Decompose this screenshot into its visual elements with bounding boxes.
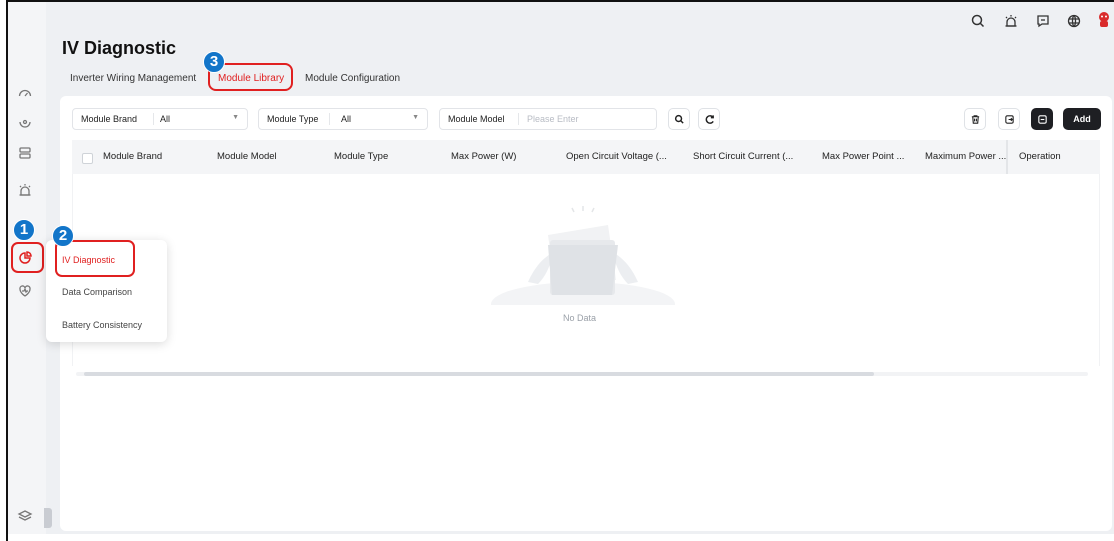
module-brand-value: All <box>160 114 171 124</box>
add-button[interactable]: Add <box>1063 108 1101 130</box>
import-button[interactable] <box>1031 108 1053 130</box>
module-model-input[interactable]: Module Model Please Enter <box>439 108 657 130</box>
layers-icon[interactable] <box>17 508 33 524</box>
module-brand-label: Module Brand <box>81 114 138 124</box>
chevron-down-icon: ▼ <box>412 114 419 121</box>
column-header[interactable]: Short Circuit Current (... <box>693 151 793 162</box>
module-type-select[interactable]: Module Type All ▼ <box>258 108 428 130</box>
table-border <box>1099 174 1100 366</box>
select-all-checkbox[interactable] <box>82 153 93 164</box>
divider <box>153 113 154 125</box>
module-model-placeholder: Please Enter <box>527 114 579 124</box>
health-heart-icon[interactable] <box>17 283 33 299</box>
monitor-icon[interactable] <box>17 114 33 130</box>
step-badge-2: 2 <box>52 225 74 247</box>
empty-state-text: No Data <box>563 313 597 323</box>
sidebar-highlight-outline <box>11 242 44 273</box>
column-header: Operation <box>1019 151 1061 162</box>
user-avatar-icon[interactable] <box>1094 10 1114 30</box>
column-header[interactable]: Maximum Power ... <box>925 151 1006 162</box>
column-header[interactable]: Module Type <box>334 151 388 162</box>
step-badge-3: 3 <box>203 51 225 73</box>
module-type-label: Module Type <box>267 114 319 124</box>
horizontal-scrollbar-thumb[interactable] <box>84 372 874 376</box>
alarm-icon[interactable] <box>17 182 33 198</box>
device-list-icon[interactable] <box>17 145 33 161</box>
divider <box>518 113 519 125</box>
fixed-column-divider <box>1006 140 1008 174</box>
divider <box>329 113 330 125</box>
module-brand-select[interactable]: Module Brand All ▼ <box>72 108 248 130</box>
chevron-down-icon: ▼ <box>232 114 239 121</box>
export-button[interactable] <box>998 108 1020 130</box>
column-header[interactable]: Module Brand <box>103 151 162 162</box>
column-header[interactable]: Module Model <box>217 151 277 162</box>
module-model-label: Module Model <box>448 114 505 124</box>
message-icon[interactable] <box>1035 13 1051 29</box>
dashboard-gauge-icon[interactable] <box>17 85 33 101</box>
empty-folder-illustration <box>491 206 675 305</box>
delete-button[interactable] <box>964 108 986 130</box>
trash-icon <box>971 114 979 124</box>
column-header[interactable]: Max Power Point ... <box>822 151 904 162</box>
language-globe-icon[interactable] <box>1066 13 1082 29</box>
search-button[interactable] <box>668 108 690 130</box>
import-icon <box>1037 114 1047 124</box>
page-title: IV Diagnostic <box>62 38 177 58</box>
step-badge-1: 1 <box>13 219 35 241</box>
column-header[interactable]: Open Circuit Voltage (... <box>566 151 667 162</box>
menu-item-battery-consistency[interactable]: Battery Consistency <box>62 320 142 330</box>
column-header[interactable]: Max Power (W) <box>451 151 516 162</box>
search-icon <box>674 114 684 124</box>
alarm-icon[interactable] <box>1003 13 1019 29</box>
tab-inverter-wiring-management[interactable]: Inverter Wiring Management <box>70 73 196 84</box>
module-type-value: All <box>341 114 352 124</box>
menu-item-data-comparison[interactable]: Data Comparison <box>62 287 132 297</box>
reset-button[interactable] <box>698 108 720 130</box>
export-icon <box>1004 114 1014 124</box>
sidebar-collapse-handle[interactable] <box>44 508 52 528</box>
search-icon[interactable] <box>970 13 986 29</box>
refresh-icon <box>705 114 714 124</box>
tab-module-configuration[interactable]: Module Configuration <box>305 73 400 84</box>
